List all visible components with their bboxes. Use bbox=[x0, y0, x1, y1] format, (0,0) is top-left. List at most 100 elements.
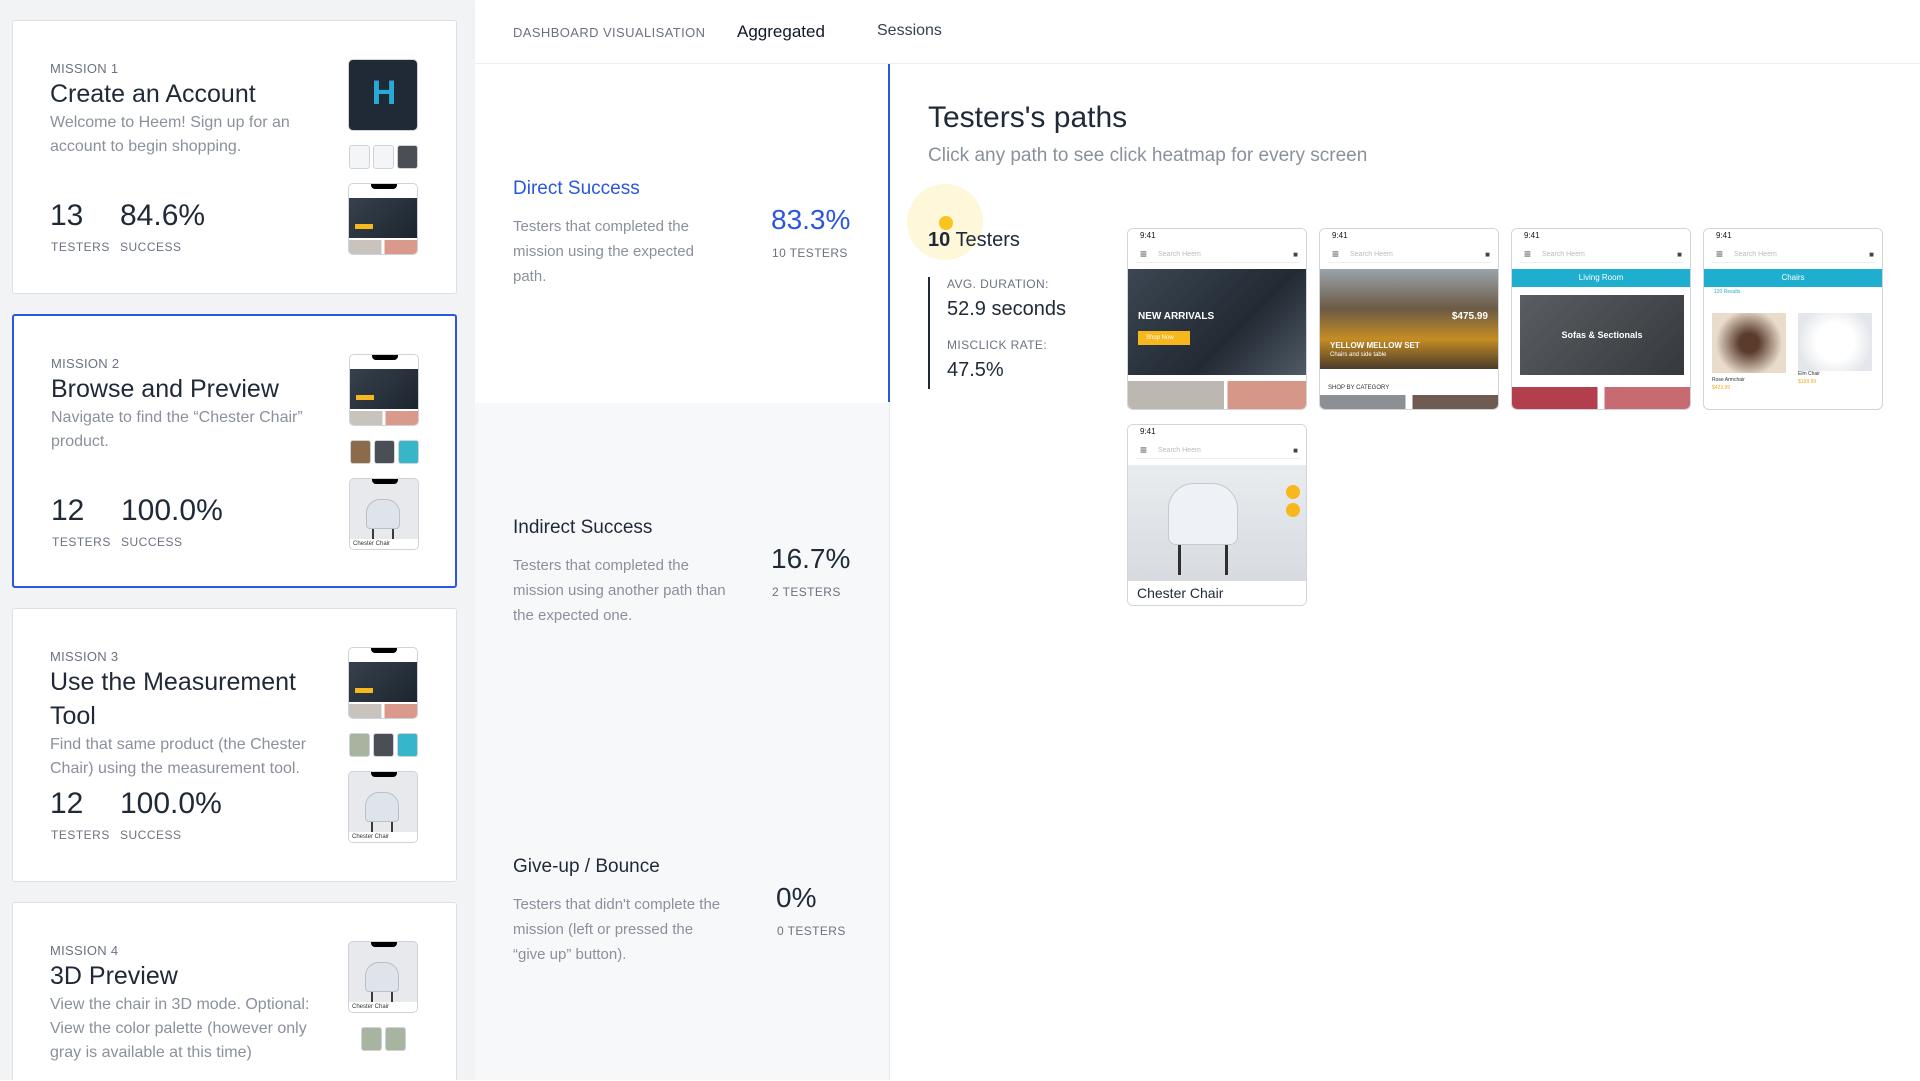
mission-label: MISSION 1 bbox=[50, 61, 119, 76]
product-price: $199.99 bbox=[1798, 379, 1817, 385]
mission-success-caption: SUCCESS bbox=[120, 240, 182, 254]
shop-now-button: Shop Now bbox=[1138, 331, 1190, 345]
misclick-rate-value: 47.5% bbox=[947, 359, 1004, 381]
top-navigation: DASHBOARD VISUALISATION Aggregated Sessi… bbox=[475, 0, 1920, 64]
screen-thumbnail-row bbox=[361, 1027, 406, 1051]
hero-title: NEW ARRIVALS bbox=[1138, 311, 1215, 322]
outcome-testers-caption: 2 TESTERS bbox=[772, 585, 841, 599]
search-bar: Search Heem bbox=[1136, 246, 1300, 263]
search-bar: Search Heem bbox=[1136, 442, 1300, 459]
misclick-rate-caption: MISCLICK RATE: bbox=[947, 338, 1048, 352]
avg-duration-caption: AVG. DURATION: bbox=[947, 277, 1049, 291]
category-header: Living Room bbox=[1512, 269, 1690, 287]
search-bar: Search Heem bbox=[1520, 246, 1684, 263]
mission-testers-count: 12 bbox=[51, 494, 85, 527]
stats-divider bbox=[928, 277, 930, 389]
paths-subtitle: Click any path to see click heatmap for … bbox=[928, 145, 1368, 166]
mission-success-caption: SUCCESS bbox=[120, 828, 182, 842]
mission-label: MISSION 3 bbox=[50, 649, 119, 664]
measure-icon bbox=[1286, 503, 1300, 517]
category-tile: Sofas & Sectionals bbox=[1520, 295, 1684, 375]
avg-duration-value: 52.9 seconds bbox=[947, 298, 1066, 320]
thumbnail-caption: Chester Chair bbox=[349, 1002, 417, 1012]
outcome-description: Testers that completed the mission using… bbox=[513, 557, 726, 624]
screen-thumbnail-logo: H bbox=[348, 59, 418, 131]
status-time: 9:41 bbox=[1704, 229, 1882, 243]
hero-title: YELLOW MELLOW SET bbox=[1330, 341, 1420, 350]
3d-view-icon bbox=[1286, 485, 1300, 499]
tab-dashboard-visualisation[interactable]: DASHBOARD VISUALISATION bbox=[513, 25, 705, 40]
outcome-testers-caption: 10 TESTERS bbox=[772, 246, 848, 260]
screen-thumbnail-home bbox=[348, 647, 418, 719]
outcome-title: Indirect Success bbox=[513, 517, 653, 538]
outcome-percentage: 0% bbox=[776, 882, 817, 913]
screen-thumbnail-chair: Chester Chair bbox=[349, 478, 419, 550]
path-marker-dot[interactable] bbox=[939, 216, 953, 230]
path-screen-3[interactable]: 9:41 Search Heem Living Room Sofas & Sec… bbox=[1511, 228, 1691, 410]
outcome-percentage: 83.3% bbox=[771, 204, 851, 235]
mission-testers-count: 12 bbox=[50, 787, 84, 820]
outcome-description: Testers that didn't complete the mission… bbox=[513, 896, 721, 963]
path-screen-4[interactable]: 9:41 Search Heem Chairs 120 Results Rose… bbox=[1703, 228, 1883, 410]
path-testers-count[interactable]: 10 Testers bbox=[928, 229, 1020, 252]
outcome-title: Direct Success bbox=[513, 178, 640, 199]
mission-label: MISSION 4 bbox=[50, 943, 119, 958]
status-time: 9:41 bbox=[1320, 229, 1498, 243]
category-header: Chairs bbox=[1704, 269, 1882, 287]
mission-testers-caption: TESTERS bbox=[51, 240, 110, 254]
mission-title: 3D Preview bbox=[50, 962, 178, 990]
tab-sessions[interactable]: Sessions bbox=[877, 22, 942, 40]
mission-title: Create an Account bbox=[50, 80, 256, 108]
mission-description: Welcome to Heem! Sign up for an account … bbox=[50, 114, 290, 155]
section-label: SHOP BY CATEGORY bbox=[1328, 385, 1390, 391]
mission-label: MISSION 2 bbox=[51, 356, 120, 371]
screen-thumbnail-home bbox=[349, 354, 419, 426]
product-image-elm-chair bbox=[1798, 313, 1872, 371]
path-screen-5[interactable]: 9:41 Search Heem Chester Chair bbox=[1127, 424, 1307, 606]
screen-thumbnail-row bbox=[350, 440, 419, 464]
mission-description: View the chair in 3D mode. Optional: Vie… bbox=[50, 996, 310, 1061]
screen-thumbnail-chair: Chester Chair bbox=[348, 771, 418, 843]
hero-price: $475.99 bbox=[1451, 311, 1488, 322]
results-count: 120 Results bbox=[1714, 289, 1741, 295]
mission-description: Find that same product (the Chester Chai… bbox=[50, 736, 307, 777]
mission-card-2[interactable]: MISSION 2 Browse and Preview Navigate to… bbox=[12, 314, 457, 588]
screen-thumbnail-row bbox=[349, 733, 418, 757]
product-price: $423.99 bbox=[1712, 385, 1731, 391]
status-time: 9:41 bbox=[1128, 229, 1306, 243]
outcome-description: Testers that completed the mission using… bbox=[513, 218, 694, 285]
mission-card-4[interactable]: MISSION 4 3D Preview View the chair in 3… bbox=[12, 902, 457, 1080]
mission-card-1[interactable]: MISSION 1 Create an Account Welcome to H… bbox=[12, 20, 457, 294]
paths-title: Testers's paths bbox=[928, 101, 1128, 134]
outcome-direct-success[interactable]: Direct Success Testers that completed th… bbox=[475, 64, 890, 403]
testers-paths-panel: Testers's paths Click any path to see cl… bbox=[890, 64, 1920, 1080]
hero-subtitle: Chairs and side table bbox=[1330, 352, 1387, 358]
mission-card-3[interactable]: MISSION 3 Use the Measurement Tool Find … bbox=[12, 608, 457, 882]
search-bar: Search Heem bbox=[1328, 246, 1492, 263]
search-bar: Search Heem bbox=[1712, 246, 1876, 263]
testers-count-number: 10 bbox=[928, 229, 951, 251]
mission-title: Use the Measurement Tool bbox=[50, 668, 296, 730]
mission-description: Navigate to find the “Chester Chair” pro… bbox=[51, 409, 303, 450]
missions-sidebar: MISSION 1 Create an Account Welcome to H… bbox=[0, 0, 475, 1080]
screen-thumbnail-chair: Chester Chair bbox=[348, 941, 418, 1013]
heem-logo-icon: H bbox=[371, 74, 397, 112]
status-time: 9:41 bbox=[1512, 229, 1690, 243]
mission-testers-count: 13 bbox=[50, 199, 84, 232]
outcomes-panel: Direct Success Testers that completed th… bbox=[475, 64, 890, 1080]
path-screen-2[interactable]: 9:41 Search Heem YELLOW MELLOW SET Chair… bbox=[1319, 228, 1499, 410]
mission-title: Browse and Preview bbox=[51, 375, 279, 403]
mission-testers-caption: TESTERS bbox=[51, 828, 110, 842]
outcome-give-up-bounce[interactable]: Give-up / Bounce Testers that didn't com… bbox=[475, 742, 890, 1081]
path-screen-1[interactable]: 9:41 Search Heem NEW ARRIVALS Shop Now bbox=[1127, 228, 1307, 410]
tab-aggregated[interactable]: Aggregated bbox=[737, 22, 825, 42]
mission-success-rate: 100.0% bbox=[120, 787, 222, 820]
outcome-percentage: 16.7% bbox=[771, 543, 851, 574]
thumbnail-caption: Chester Chair bbox=[349, 832, 417, 842]
outcome-indirect-success[interactable]: Indirect Success Testers that completed … bbox=[475, 403, 890, 742]
product-caption: Chester Chair bbox=[1128, 581, 1306, 605]
product-name: Elm Chair bbox=[1798, 371, 1820, 377]
mission-success-caption: SUCCESS bbox=[121, 535, 183, 549]
screen-thumbnail-home bbox=[348, 183, 418, 255]
mission-testers-caption: TESTERS bbox=[52, 535, 111, 549]
